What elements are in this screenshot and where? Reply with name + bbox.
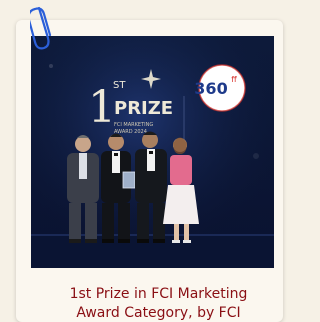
prize-small-line2: AWARD 2024 — [114, 129, 147, 135]
award-plaque — [122, 171, 136, 189]
prize-word: PRIZE — [114, 98, 173, 119]
award-caption: 1st Prize in FCI Marketing Award Categor… — [40, 285, 277, 322]
award-card: 1 ST PRIZE FCI MARKETING AWARD 2024 360 … — [16, 20, 283, 322]
caption-line-1: 1st Prize in FCI Marketing — [69, 286, 248, 302]
page: 1 ST PRIZE FCI MARKETING AWARD 2024 360 … — [0, 0, 294, 322]
prize-small-line1: FCI MARKETING — [114, 122, 153, 128]
award-photo: 1 ST PRIZE FCI MARKETING AWARD 2024 360 … — [31, 36, 274, 268]
logo-360-text: 360 — [194, 79, 227, 98]
prize-suffix: ST — [113, 80, 126, 91]
award-photo-image: 1 ST PRIZE FCI MARKETING AWARD 2024 360 … — [31, 36, 274, 268]
logo-360-sup: ff — [231, 75, 237, 84]
paperclip-icon — [30, 6, 52, 50]
prize-number: 1 — [88, 82, 116, 133]
caption-line-2: Award Category, by FCI — [76, 305, 241, 321]
